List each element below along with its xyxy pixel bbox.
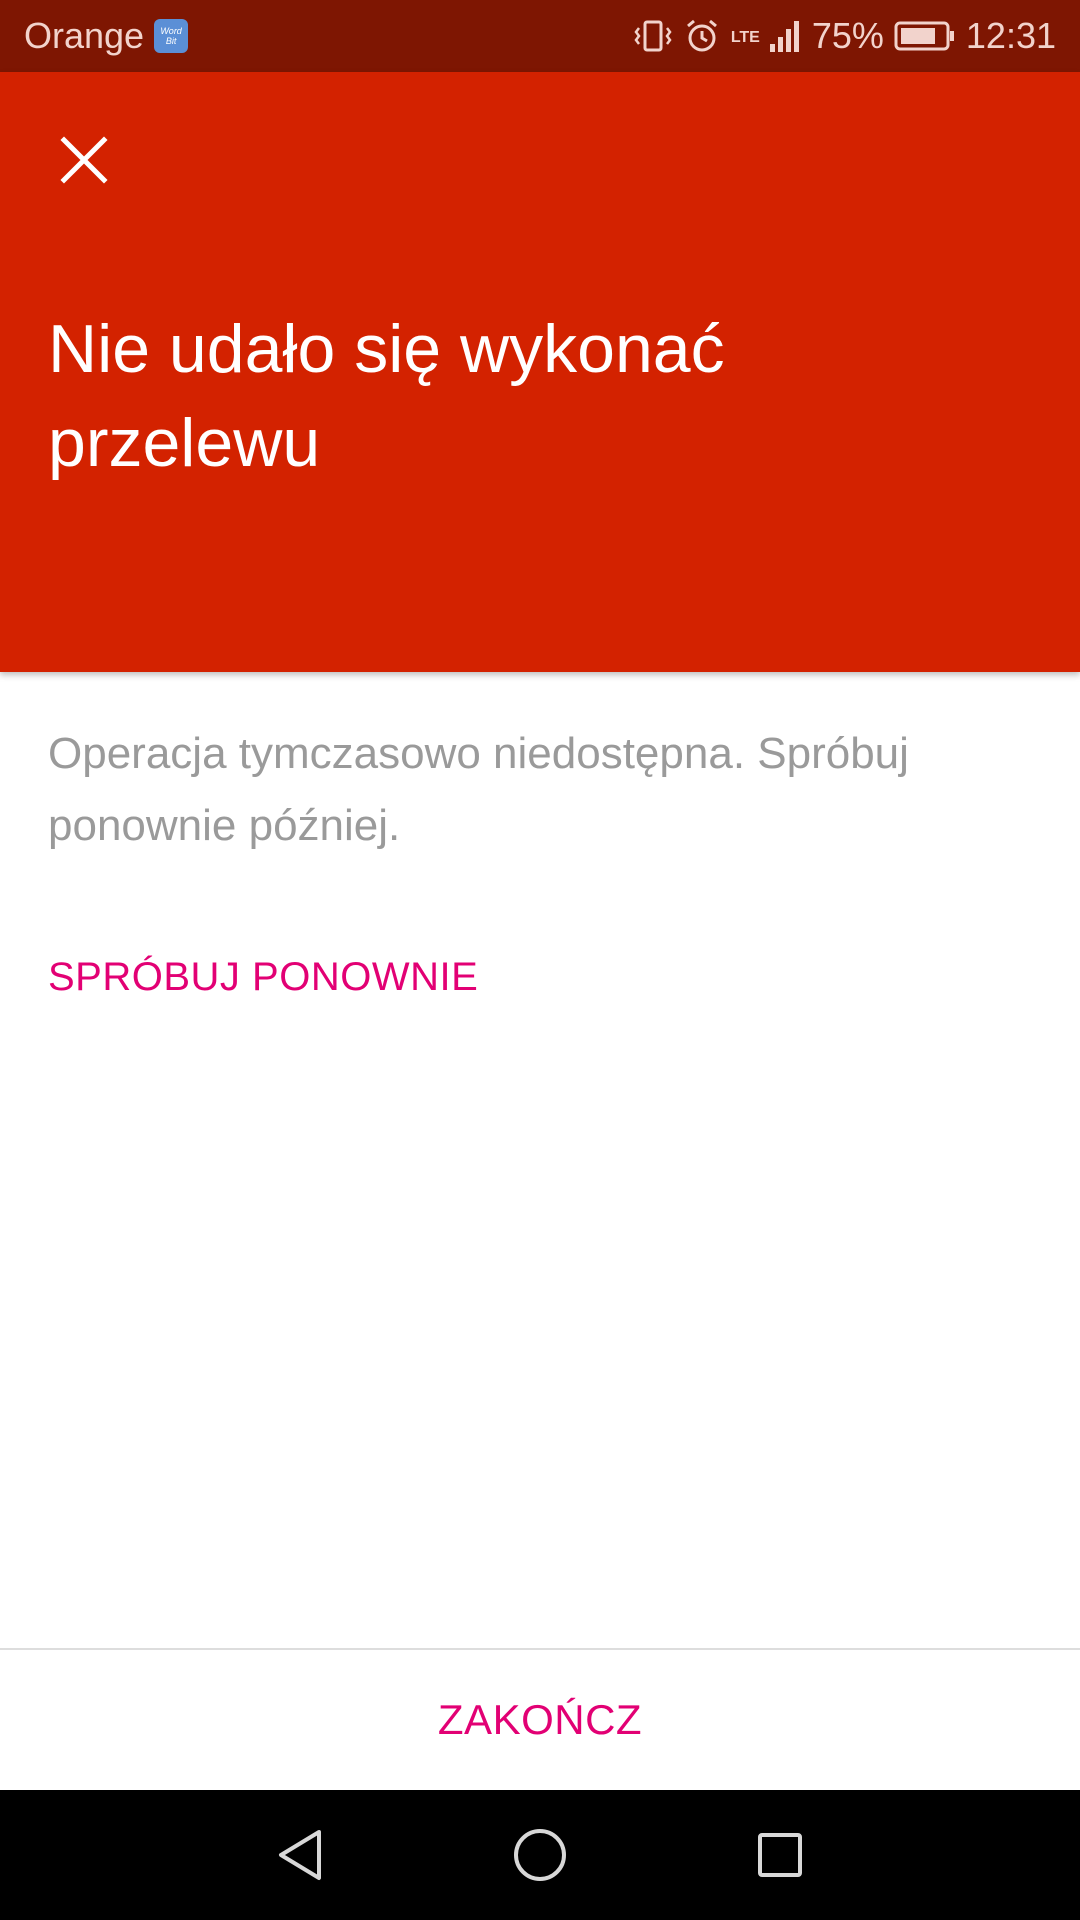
error-message: Operacja tymczasowo niedostępna. Spróbuj…: [48, 729, 909, 850]
back-button[interactable]: [265, 1820, 335, 1890]
recents-button[interactable]: [745, 1820, 815, 1890]
status-bar: Orange Word Bit LTE 75% 12:31: [0, 0, 1080, 72]
battery-percent: 75%: [811, 15, 884, 56]
page-title: Nie udało się wykonać przelewu: [48, 311, 725, 481]
status-right: LTE 75% 12:31: [633, 15, 1056, 57]
recents-icon: [758, 1833, 802, 1877]
network-type: LTE: [730, 29, 760, 46]
status-left: Orange Word Bit: [24, 15, 189, 57]
battery-icon: [894, 20, 956, 52]
vibrate-icon: [633, 16, 673, 56]
error-header: Nie udało się wykonać przelewu: [0, 72, 1080, 672]
app-badge-line1: Word: [160, 26, 182, 36]
alarm-icon: [683, 17, 721, 55]
carrier-name: Orange: [24, 15, 145, 56]
retry-button[interactable]: SPRÓBUJ PONOWNIE: [48, 955, 478, 1000]
home-button[interactable]: [505, 1820, 575, 1890]
wordbit-app-icon: Word Bit: [154, 19, 189, 53]
clock: 12:31: [965, 15, 1056, 56]
back-icon: [279, 1830, 321, 1880]
home-icon: [514, 1829, 566, 1881]
close-icon: [60, 136, 108, 184]
close-button[interactable]: [48, 124, 120, 196]
signal-icon: [766, 18, 802, 54]
finish-button[interactable]: ZAKOŃCZ: [0, 1650, 1080, 1790]
app-badge-line2: Bit: [165, 36, 177, 46]
navigation-bar: [0, 1790, 1080, 1920]
